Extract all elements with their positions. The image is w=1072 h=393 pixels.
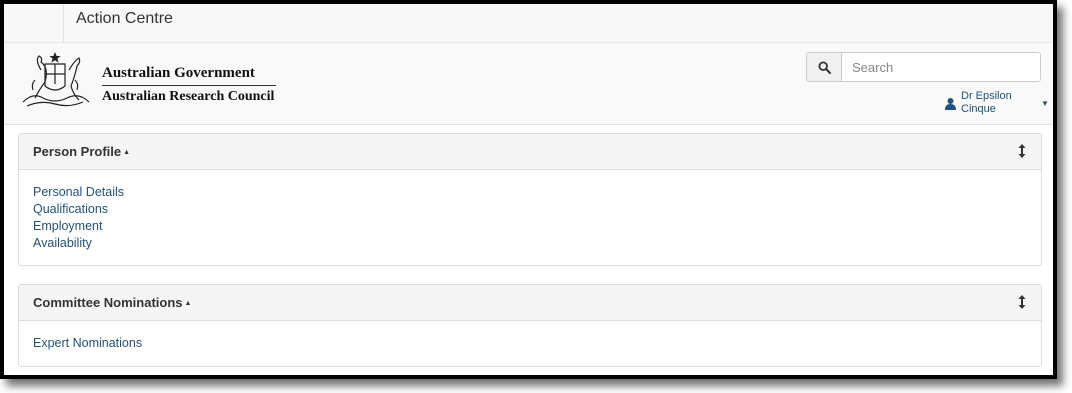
logo-government: Australian Government: [102, 65, 276, 86]
coat-of-arms-logo: [22, 52, 90, 107]
panel-committee-nominations: Committee Nominations ▲ Expert Nomination…: [18, 284, 1042, 367]
link-expert-nominations[interactable]: Expert Nominations: [33, 335, 1027, 352]
collapse-caret-icon: ▲: [123, 149, 131, 156]
link-personal-details[interactable]: Personal Details: [33, 184, 1027, 201]
chevron-down-icon: ▼: [1041, 98, 1049, 108]
user-icon: [945, 97, 956, 110]
app-window: Action Centre Australian Government Aust…: [0, 0, 1057, 379]
link-employment[interactable]: Employment: [33, 218, 1027, 235]
panel-title-text: Person Profile: [33, 144, 122, 159]
panel-title[interactable]: Person Profile ▲: [33, 144, 130, 159]
resize-vertical-icon[interactable]: [1017, 294, 1027, 310]
search-group: [806, 52, 1041, 82]
panel-title-text: Committee Nominations: [33, 295, 183, 310]
link-availability[interactable]: Availability: [33, 235, 1027, 252]
panel-title[interactable]: Committee Nominations ▲: [33, 295, 191, 310]
topbar-divider: [63, 4, 64, 42]
user-menu[interactable]: Dr Epsilon Cinque ▼: [944, 90, 1049, 116]
panel-header[interactable]: Committee Nominations ▲: [19, 285, 1041, 321]
top-bar: Action Centre: [4, 4, 1053, 43]
panel-header[interactable]: Person Profile ▲: [19, 134, 1041, 170]
page-title: Action Centre: [76, 10, 173, 27]
collapse-caret-icon: ▲: [184, 300, 192, 307]
user-name: Dr Epsilon Cinque: [961, 90, 1012, 115]
search-button[interactable]: [806, 52, 842, 82]
logo-text: Australian Government Australian Researc…: [102, 65, 276, 105]
link-qualifications[interactable]: Qualifications: [33, 201, 1027, 218]
search-input[interactable]: [841, 52, 1041, 82]
panel-body: Personal Details Qualifications Employme…: [19, 170, 1041, 262]
panel-body: Expert Nominations: [19, 321, 1041, 362]
search-icon: [817, 60, 831, 74]
resize-vertical-icon[interactable]: [1017, 143, 1027, 159]
site-header: Australian Government Australian Researc…: [4, 43, 1053, 125]
logo-council: Australian Research Council: [102, 89, 275, 104]
panel-person-profile: Person Profile ▲ Personal Details Qualifi…: [18, 133, 1042, 266]
